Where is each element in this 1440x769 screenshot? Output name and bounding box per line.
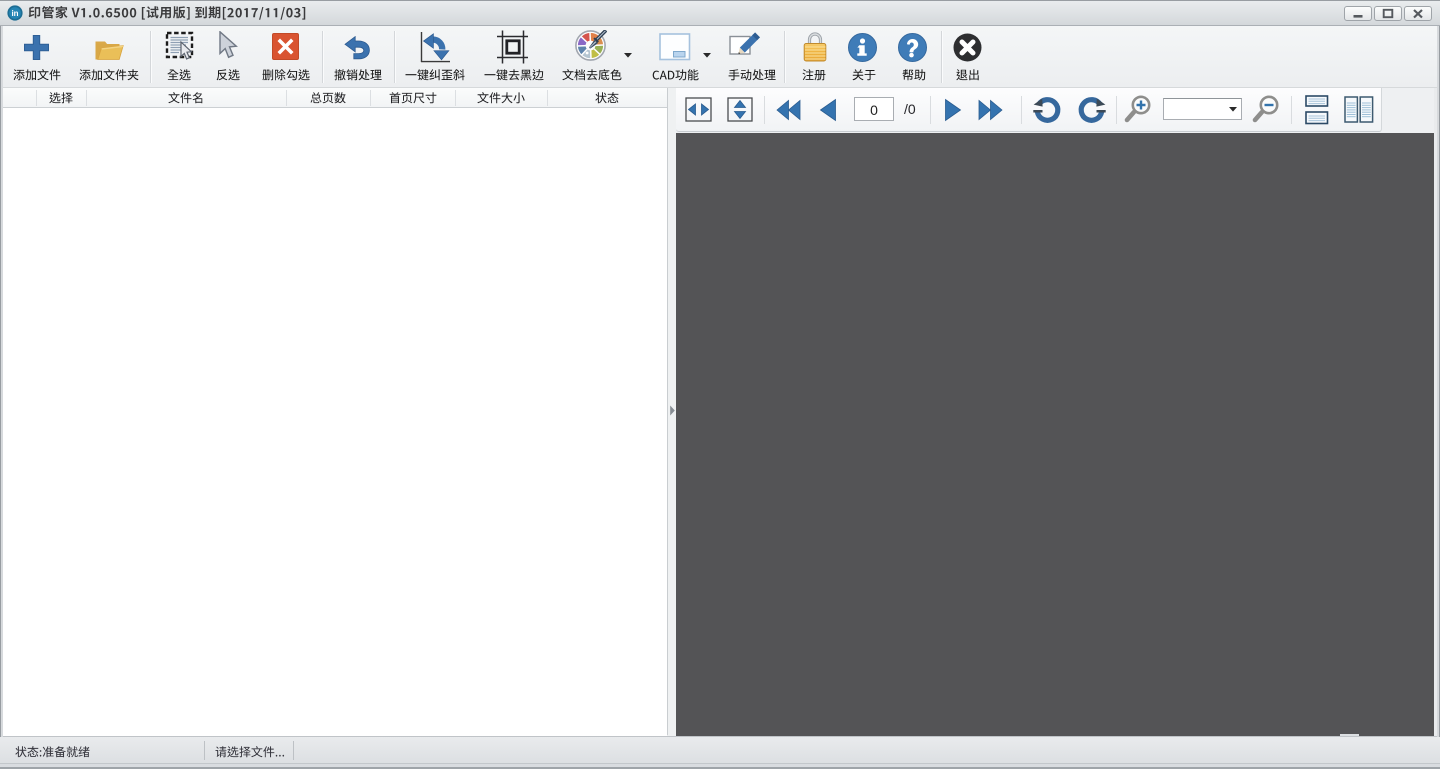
- svg-text:in: in: [11, 9, 18, 18]
